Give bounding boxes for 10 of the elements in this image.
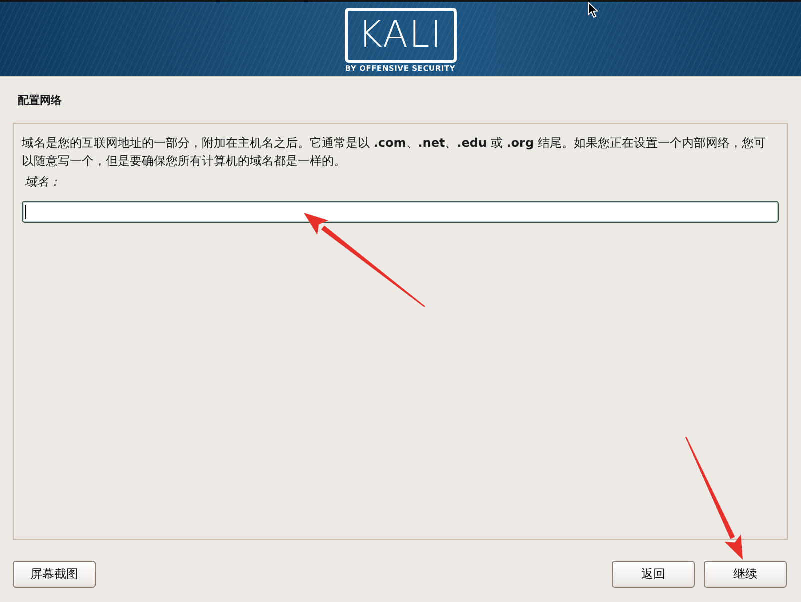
screenshot-button[interactable]: 屏幕截图 [13, 561, 96, 588]
domain-input-field[interactable] [22, 201, 779, 223]
page-title: 配置网络 [18, 93, 62, 109]
field-label: 域名： [25, 174, 61, 191]
logo-wordmark: KALI [344, 8, 456, 63]
description-text: 域名是您的互联网地址的一部分，附加在主机名之后。它通常是以 .com、.net、.edu 或 .org 结尾。如果您正在设置一个内部网络，您可以随意写一个，但是要确保您所有计算机的域名都是一样的。 [22, 135, 767, 170]
back-button[interactable]: 返回 [612, 561, 695, 588]
continue-button[interactable]: 继续 [704, 561, 787, 588]
mouse-pointer-icon [588, 1, 599, 18]
text-cursor-icon [25, 205, 26, 219]
